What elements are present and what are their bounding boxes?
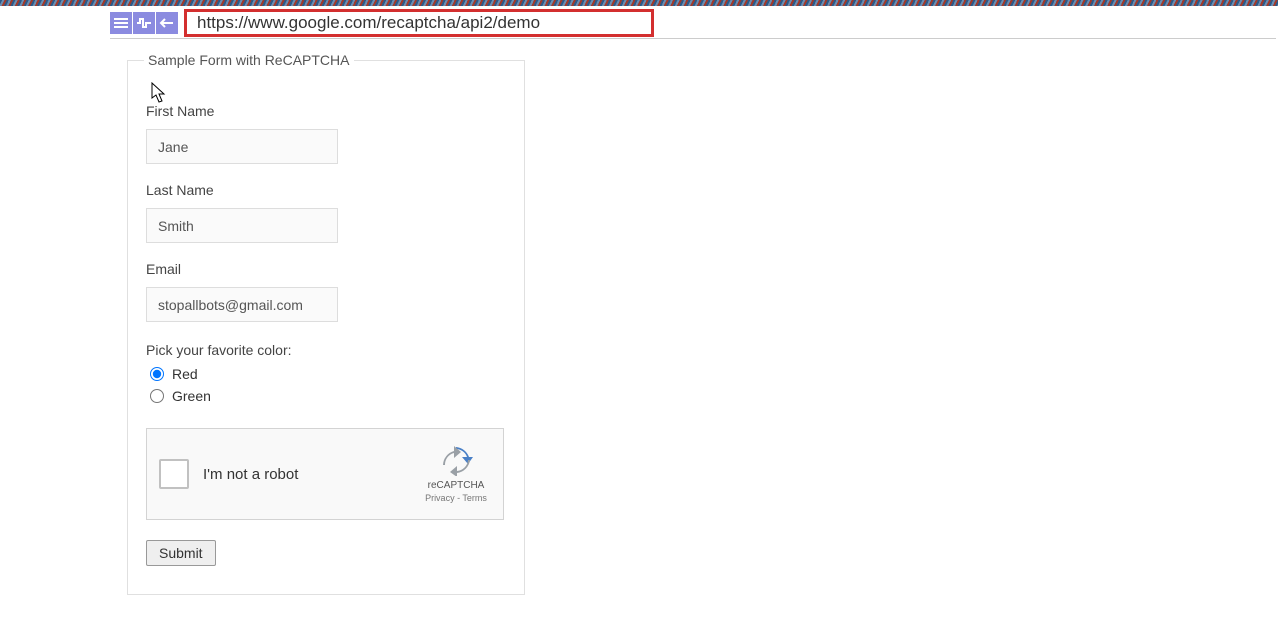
email-input[interactable] [146, 287, 338, 322]
color-prompt: Pick your favorite color: [146, 342, 506, 358]
first-name-label: First Name [146, 103, 506, 119]
url-bar[interactable]: https://www.google.com/recaptcha/api2/de… [184, 9, 654, 37]
radio-row-green: Green [146, 388, 506, 404]
submit-button[interactable]: Submit [146, 540, 216, 566]
arrow-left-icon [159, 17, 175, 29]
radio-red-label: Red [172, 366, 198, 382]
activity-button[interactable] [133, 12, 155, 34]
recaptcha-logo-icon [439, 446, 473, 476]
sample-form: Sample Form with ReCAPTCHA First Name La… [127, 60, 525, 595]
recaptcha-terms-link[interactable]: Terms [462, 493, 487, 503]
last-name-label: Last Name [146, 182, 506, 198]
recaptcha-privacy-link[interactable]: Privacy [425, 493, 455, 503]
pulse-icon [136, 17, 152, 29]
recaptcha-brand-name: reCAPTCHA [428, 480, 485, 491]
recaptcha-widget: I'm not a robot reCAPTCHA Privacy - Term… [146, 428, 504, 520]
recaptcha-brand: reCAPTCHA Privacy - Terms [421, 446, 491, 503]
back-button[interactable] [156, 12, 178, 34]
radio-green-label: Green [172, 388, 211, 404]
recaptcha-label: I'm not a robot [203, 466, 421, 483]
last-name-input[interactable] [146, 208, 338, 243]
url-text: https://www.google.com/recaptcha/api2/de… [197, 13, 540, 33]
window-title-bar-pattern [0, 0, 1278, 6]
first-name-input[interactable] [146, 129, 338, 164]
recaptcha-links: Privacy - Terms [425, 493, 487, 503]
browser-toolbar: https://www.google.com/recaptcha/api2/de… [0, 8, 1278, 38]
recaptcha-checkbox[interactable] [159, 459, 189, 489]
menu-button[interactable] [110, 12, 132, 34]
radio-row-red: Red [146, 366, 506, 382]
toolbar-divider [110, 38, 1276, 39]
form-legend: Sample Form with ReCAPTCHA [144, 52, 354, 68]
email-label: Email [146, 261, 506, 277]
hamburger-icon [114, 17, 128, 29]
radio-red[interactable] [150, 367, 164, 381]
radio-green[interactable] [150, 389, 164, 403]
